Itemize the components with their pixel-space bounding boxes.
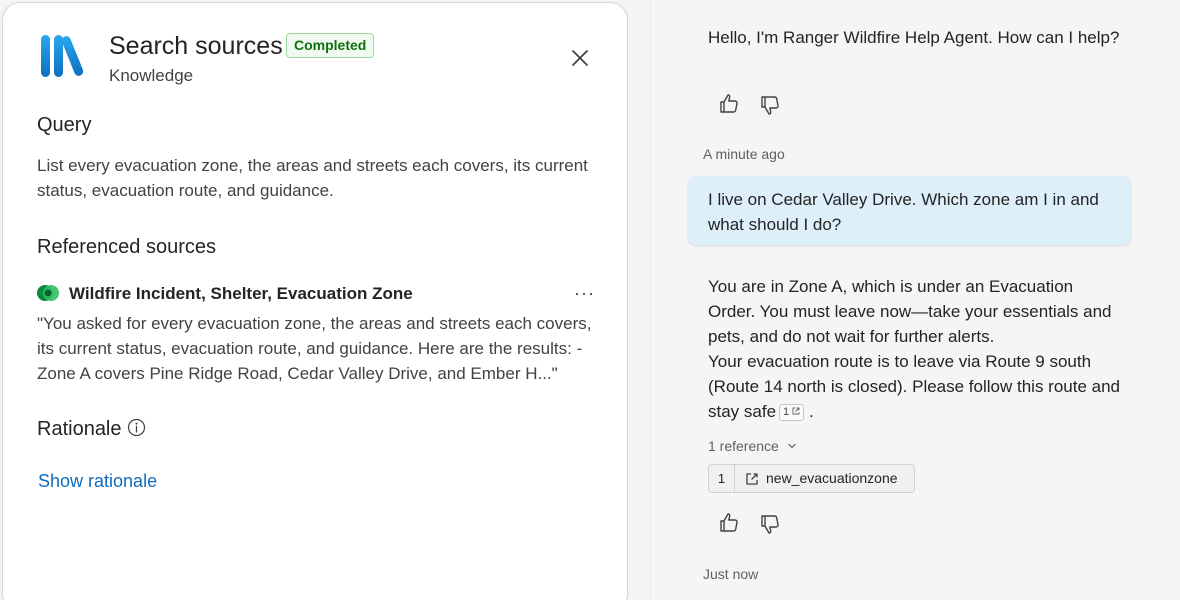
user-message-bubble: I live on Cedar Valley Drive. Which zone… xyxy=(688,176,1131,245)
open-link-icon xyxy=(746,473,758,485)
search-sources-panel: Search sources Completed Knowledge Query… xyxy=(2,2,628,600)
chat-transcript: Hello, I'm Ranger Wildfire Help Agent. H… xyxy=(650,0,1180,600)
query-heading: Query xyxy=(37,114,92,136)
thumbs-down-icon[interactable] xyxy=(758,512,782,536)
rationale-heading: Rationale xyxy=(37,418,122,440)
show-rationale-link[interactable]: Show rationale xyxy=(38,470,157,492)
bot-answer-message: You are in Zone A, which is under an Eva… xyxy=(708,274,1123,424)
thumbs-down-icon[interactable] xyxy=(758,93,782,117)
source-item: Wildfire Incident, Shelter, Evacuation Z… xyxy=(37,283,597,305)
reference-name: new_evacuationzone xyxy=(766,470,898,486)
thumbs-up-icon[interactable] xyxy=(717,92,741,116)
external-link-icon xyxy=(792,407,800,415)
citation-marker[interactable]: 1 xyxy=(779,404,805,421)
thumbs-up-icon[interactable] xyxy=(717,511,741,535)
answer-route-text: Your evacuation route is to leave via Ro… xyxy=(708,352,1121,421)
bot-greeting-message: Hello, I'm Ranger Wildfire Help Agent. H… xyxy=(708,28,1120,47)
source-more-options-button[interactable]: ··· xyxy=(574,283,595,303)
close-icon[interactable] xyxy=(565,43,595,73)
reference-number: 1 xyxy=(709,465,735,492)
answer-paragraph: You are in Zone A, which is under an Eva… xyxy=(708,277,1112,346)
knowledge-books-icon xyxy=(41,35,84,77)
referenced-sources-heading: Referenced sources xyxy=(37,236,216,258)
info-icon[interactable] xyxy=(127,418,146,437)
panel-subtitle: Knowledge xyxy=(109,66,194,85)
source-name[interactable]: Wildfire Incident, Shelter, Evacuation Z… xyxy=(69,283,413,305)
reference-chip[interactable]: 1 new_evacuationzone xyxy=(708,464,915,493)
answer-end-text: . xyxy=(804,402,814,421)
answer-paragraph-route: Your evacuation route is to leave via Ro… xyxy=(708,349,1123,424)
status-badge: Completed xyxy=(286,33,375,58)
dataverse-table-icon xyxy=(37,285,59,301)
reference-toggle[interactable]: 1 reference xyxy=(708,437,797,455)
message-timestamp: A minute ago xyxy=(703,146,785,162)
message-timestamp: Just now xyxy=(703,566,759,582)
panel-title: Search sources xyxy=(109,32,283,60)
query-text: List every evacuation zone, the areas an… xyxy=(37,156,588,200)
chevron-down-icon xyxy=(787,443,796,449)
source-excerpt: "You asked for every evacuation zone, th… xyxy=(37,314,592,383)
